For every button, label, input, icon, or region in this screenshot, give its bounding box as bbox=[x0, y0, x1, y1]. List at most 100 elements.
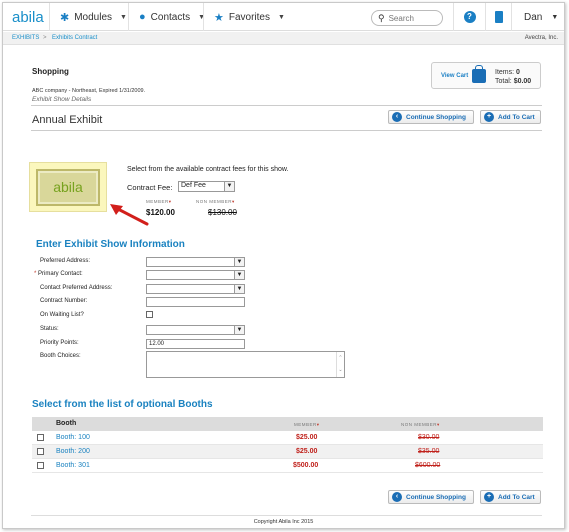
nonmember-price: $130.00 bbox=[208, 208, 237, 217]
page-title: Annual Exhibit bbox=[32, 114, 103, 126]
booth-name[interactable]: Booth: 100 bbox=[56, 434, 90, 441]
booths-table-header: Booth MEMBER▾ NON MEMBER▾ bbox=[32, 417, 543, 431]
chevron-left-icon: ‹ bbox=[392, 112, 402, 122]
booth-checkbox[interactable] bbox=[37, 434, 44, 441]
member-price: $120.00 bbox=[146, 208, 175, 217]
page-subtitle: Exhibit Show Details bbox=[32, 96, 92, 103]
add-to-cart-button-bottom[interactable]: + Add To Cart bbox=[480, 490, 541, 504]
booth-name[interactable]: Booth: 301 bbox=[56, 462, 90, 469]
col-nonmember: NON MEMBER▾ bbox=[401, 422, 440, 427]
contacts-label: Contacts bbox=[150, 11, 191, 23]
plus-icon: + bbox=[484, 492, 494, 502]
modules-label: Modules bbox=[74, 11, 113, 23]
app-window: abila ✱ Modules ▼ ● Contacts ▼ ★ Favorit… bbox=[2, 2, 565, 529]
continue-shopping-label: Continue Shopping bbox=[406, 113, 466, 121]
table-row: Booth: 200 $25.00 $35.00 bbox=[32, 445, 543, 459]
view-cart-link[interactable]: View Cart bbox=[441, 73, 468, 79]
contract-number-input[interactable] bbox=[146, 297, 245, 307]
favorites-menu[interactable]: ★ Favorites ▼ bbox=[203, 3, 285, 31]
chevron-down-icon: ▼ bbox=[234, 285, 244, 293]
items-label: Items: bbox=[495, 69, 515, 76]
search-icon: ⚲ bbox=[378, 12, 385, 23]
continue-shopping-button[interactable]: ‹ Continue Shopping bbox=[388, 110, 474, 124]
top-navigation: abila ✱ Modules ▼ ● Contacts ▼ ★ Favorit… bbox=[3, 3, 564, 31]
col-booth: Booth bbox=[56, 420, 77, 427]
preferred-address-select[interactable]: ▼ bbox=[146, 257, 245, 267]
company-line: ABC company - Northeast, Expired 1/31/20… bbox=[32, 88, 146, 94]
product-image: abila bbox=[29, 162, 107, 212]
booth-checkbox[interactable] bbox=[37, 462, 44, 469]
divider bbox=[31, 130, 542, 131]
help-button[interactable]: ? bbox=[453, 3, 485, 31]
exhibit-info-heading: Enter Exhibit Show Information bbox=[36, 239, 185, 250]
col-member: MEMBER▾ bbox=[294, 422, 320, 427]
member-header: MEMBER▾ bbox=[146, 199, 172, 204]
booth-choices-textarea[interactable]: ⌃ ⌄ bbox=[146, 351, 345, 378]
organization-button[interactable] bbox=[485, 3, 511, 31]
building-icon bbox=[494, 11, 503, 23]
puzzle-icon: ✱ bbox=[60, 11, 70, 24]
fee-intro: Select from the available contract fees … bbox=[127, 166, 289, 173]
waiting-list-label: On Waiting List? bbox=[40, 312, 84, 318]
plus-icon: + bbox=[484, 112, 494, 122]
modules-menu[interactable]: ✱ Modules ▼ bbox=[49, 3, 128, 31]
add-to-cart-label: Add To Cart bbox=[498, 493, 535, 501]
contract-fee-label: Contract Fee: bbox=[127, 183, 173, 192]
scrollbar[interactable]: ⌃ ⌄ bbox=[336, 352, 344, 377]
caret-down-icon: ▼ bbox=[120, 13, 127, 21]
booth-member-price: $25.00 bbox=[296, 434, 318, 441]
star-icon: ★ bbox=[214, 11, 224, 24]
breadcrumb: EXHIBITS > Exhibits Contract Avectra, In… bbox=[3, 32, 564, 45]
add-to-cart-button[interactable]: + Add To Cart bbox=[480, 110, 541, 124]
chevron-left-icon: ‹ bbox=[392, 492, 402, 502]
favorites-label: Favorites bbox=[228, 11, 270, 23]
caret-down-icon: ▼ bbox=[278, 13, 285, 21]
booth-name[interactable]: Booth: 200 bbox=[56, 448, 90, 455]
section-heading: Shopping bbox=[32, 67, 69, 76]
status-label: Status: bbox=[40, 326, 59, 332]
cart-totals: Items: 0 Total: $0.00 bbox=[495, 68, 531, 86]
priority-points-input[interactable]: 12.00 bbox=[146, 339, 245, 349]
abila-logo[interactable]: abila bbox=[12, 9, 44, 26]
add-to-cart-label: Add To Cart bbox=[498, 113, 535, 121]
chevron-down-icon: ▼ bbox=[224, 182, 234, 191]
contacts-menu[interactable]: ● Contacts ▼ bbox=[128, 3, 205, 31]
breadcrumb-exhibits[interactable]: EXHIBITS bbox=[12, 35, 39, 41]
priority-points-label: Priority Points: bbox=[40, 340, 79, 346]
booths-heading: Select from the list of optional Booths bbox=[32, 399, 213, 410]
total-value: $0.00 bbox=[513, 78, 532, 85]
priority-points-value: 12.00 bbox=[149, 341, 165, 347]
search-placeholder: Search bbox=[388, 13, 414, 23]
booth-checkbox[interactable] bbox=[37, 448, 44, 455]
waiting-list-checkbox[interactable] bbox=[146, 311, 153, 318]
status-select[interactable]: ▼ bbox=[146, 325, 245, 335]
contract-number-label: Contract Number: bbox=[40, 298, 88, 304]
chevron-down-icon: ▼ bbox=[234, 326, 244, 334]
search-input[interactable]: ⚲ Search bbox=[371, 10, 443, 26]
items-value: 0 bbox=[516, 69, 520, 76]
breadcrumb-exhibits-contract[interactable]: Exhibits Contract bbox=[52, 35, 97, 41]
contract-fee-value: Def Fee bbox=[181, 182, 206, 189]
chevron-down-icon: ▼ bbox=[234, 271, 244, 279]
person-icon: ● bbox=[139, 11, 146, 23]
shopping-bag-icon[interactable] bbox=[472, 65, 486, 83]
booth-nonmember-price: $30.00 bbox=[418, 434, 440, 441]
user-menu[interactable]: Dan ▼ bbox=[511, 3, 564, 31]
continue-shopping-label: Continue Shopping bbox=[406, 493, 466, 501]
continue-shopping-button-bottom[interactable]: ‹ Continue Shopping bbox=[388, 490, 474, 504]
booth-choices-label: Booth Choices: bbox=[40, 353, 81, 359]
primary-contact-label: * Primary Contact: bbox=[34, 271, 83, 277]
copyright: Copyright Abila Inc 2015 bbox=[253, 519, 314, 525]
user-name: Dan bbox=[524, 11, 543, 23]
help-icon: ? bbox=[463, 11, 476, 23]
booth-member-price: $500.00 bbox=[293, 462, 319, 469]
divider bbox=[31, 105, 542, 106]
organization-name: Avectra, Inc. bbox=[524, 35, 558, 41]
booth-nonmember-price: $35.00 bbox=[418, 448, 440, 455]
primary-contact-select[interactable]: ▼ bbox=[146, 270, 245, 280]
contact-preferred-address-select[interactable]: ▼ bbox=[146, 284, 245, 294]
nonmember-header: NON MEMBER▾ bbox=[196, 199, 235, 204]
contract-fee-select[interactable]: Def Fee ▼ bbox=[178, 181, 235, 192]
cart-summary: View Cart Items: 0 Total: $0.00 bbox=[431, 62, 541, 89]
abila-product-logo: abila bbox=[36, 169, 100, 206]
